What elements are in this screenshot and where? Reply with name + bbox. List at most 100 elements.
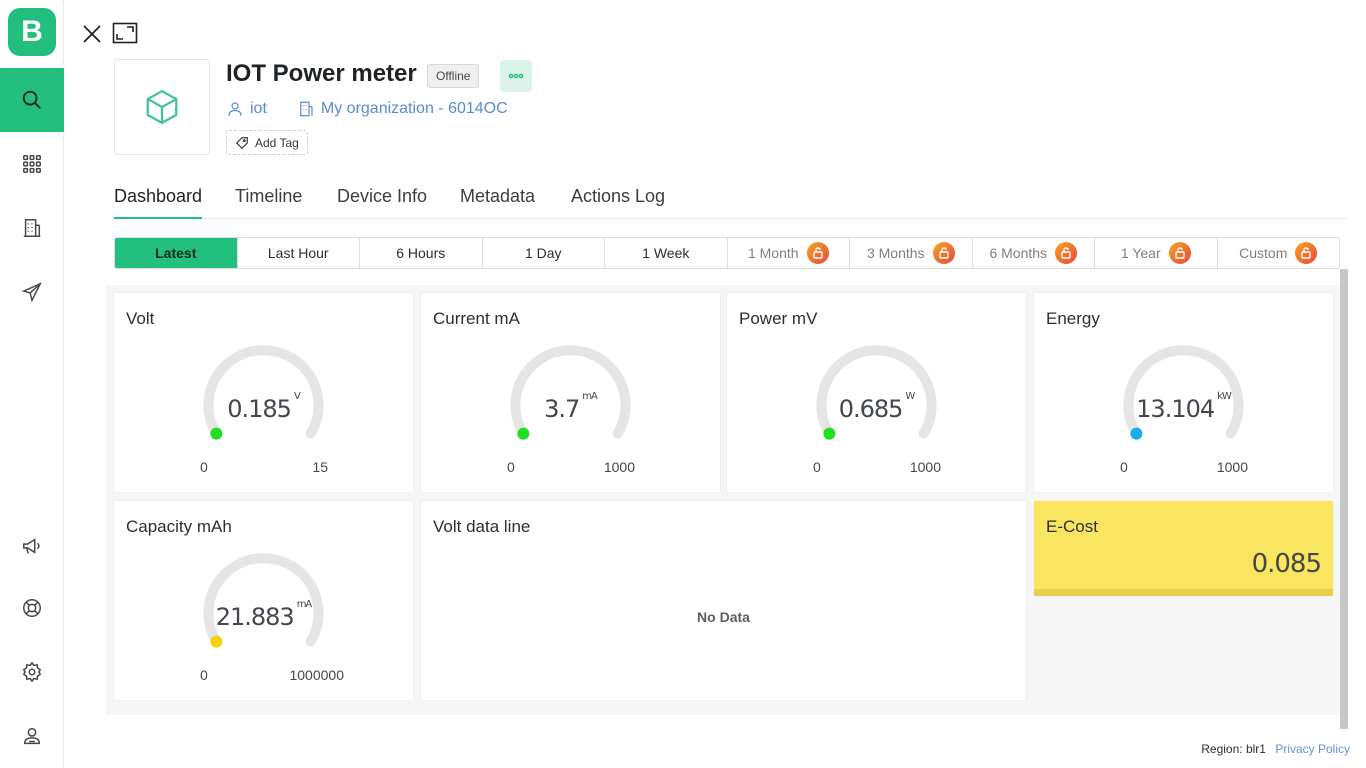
- value-text: 0.685: [838, 395, 904, 423]
- gauge-indicator: [517, 427, 530, 440]
- sidebar-item-apps[interactable]: [0, 132, 64, 196]
- gauge-max: 1000: [909, 459, 941, 475]
- widget-title: Current mA: [433, 309, 520, 328]
- scrollbar[interactable]: [1340, 269, 1348, 729]
- gauge-min: 0: [1120, 459, 1128, 475]
- range-label: 1 Day: [524, 245, 562, 261]
- privacy-policy-link[interactable]: Privacy Policy: [1275, 742, 1350, 756]
- organization-building-icon: [23, 219, 41, 237]
- cube-icon: [146, 89, 178, 125]
- gauge-max: 15: [312, 459, 328, 475]
- sidebar-item-announcements[interactable]: [0, 514, 64, 578]
- value-text: 21.883: [215, 603, 295, 631]
- ellipsis-icon: [508, 73, 524, 79]
- gauge-value: 13.104 kW: [1034, 391, 1333, 423]
- tag-icon: [235, 136, 248, 149]
- add-tag-button[interactable]: Add Tag: [226, 130, 308, 155]
- device-title: IOT Power meter: [226, 60, 417, 87]
- organization-link[interactable]: My organization - 6014OC: [321, 100, 508, 118]
- sidebar-item-send[interactable]: [0, 260, 64, 324]
- widget-power: Power mV 0.685 W 0 1000: [727, 293, 1026, 492]
- widget-volt-data-line: Volt data line No Data: [421, 501, 1026, 700]
- lock-icon: [932, 242, 955, 264]
- range-label: Custom: [1239, 245, 1288, 261]
- range-6-months[interactable]: 6 Months: [973, 238, 1095, 268]
- sidebar-item-search[interactable]: [0, 68, 64, 132]
- widget-title: Energy: [1046, 309, 1100, 328]
- unit-text: mA: [296, 599, 313, 610]
- range-label: 1 Week: [642, 245, 690, 261]
- lock-icon: [806, 242, 829, 264]
- building-icon: [300, 101, 313, 117]
- help-lifebuoy-icon: [23, 599, 41, 617]
- apps-grid-icon: [23, 155, 41, 173]
- range-custom[interactable]: Custom: [1218, 238, 1340, 268]
- lock-icon: [1295, 242, 1318, 264]
- sidebar-item-organization[interactable]: [0, 196, 64, 260]
- gauge-value: 0.185 V: [114, 391, 413, 423]
- logo-letter: B: [21, 15, 43, 48]
- unit-text: mA: [582, 391, 598, 402]
- gauge-indicator: [1130, 427, 1143, 440]
- owner-link[interactable]: iot: [250, 100, 267, 118]
- region-text: Region: blr1: [1201, 742, 1266, 756]
- footer: Region: blr1 Privacy Policy: [1201, 742, 1350, 756]
- sidebar-item-help[interactable]: [0, 576, 64, 640]
- blynk-logo[interactable]: B: [8, 8, 56, 56]
- owner-row: iot My organization - 6014OC: [226, 100, 508, 118]
- range-1-year[interactable]: 1 Year: [1095, 238, 1218, 268]
- widget-title: E-Cost: [1046, 517, 1098, 536]
- sidebar-item-settings[interactable]: [0, 640, 64, 704]
- widget-title: Volt: [126, 309, 155, 328]
- expand-icon[interactable]: [112, 22, 138, 44]
- gauge-min: 0: [200, 459, 208, 475]
- gauge-max: 1000000: [289, 667, 344, 683]
- unit-text: kW: [1217, 391, 1232, 402]
- widget-volt: Volt 0.185 V 0 15: [114, 293, 413, 492]
- gauge-indicator: [210, 635, 223, 648]
- range-3-months[interactable]: 3 Months: [850, 238, 973, 268]
- value-text: 0.185: [227, 395, 292, 423]
- range-label: 1 Year: [1120, 245, 1161, 261]
- range-label: Latest: [155, 245, 197, 261]
- range-label: 6 Months: [989, 245, 1048, 261]
- range-latest[interactable]: Latest: [115, 238, 238, 268]
- search-icon: [22, 90, 41, 109]
- gauge-value: 0.685 W: [727, 391, 1026, 423]
- unit-text: W: [905, 391, 915, 402]
- lock-icon: [1055, 242, 1078, 264]
- tab-device-info[interactable]: Device Info: [337, 186, 427, 219]
- gauge-value: 3.7 mA: [421, 391, 720, 423]
- time-range-selector: Latest Last Hour 6 Hours 1 Day 1 Week 1 …: [114, 237, 1340, 269]
- tab-actions-log[interactable]: Actions Log: [571, 186, 665, 219]
- gauge-value: 21.883 mA: [114, 599, 413, 631]
- widget-current: Current mA 3.7 mA 0 1000: [421, 293, 720, 492]
- range-label: 3 Months: [866, 245, 925, 261]
- gauge-min: 0: [813, 459, 821, 475]
- add-tag-label: Add Tag: [255, 135, 299, 150]
- range-label: Last Hour: [267, 245, 329, 261]
- more-options-button[interactable]: [500, 60, 532, 92]
- range-1-day[interactable]: 1 Day: [483, 238, 605, 268]
- range-1-month[interactable]: 1 Month: [728, 238, 850, 268]
- widget-e-cost: E-Cost 0.085: [1034, 501, 1333, 596]
- gauge-min: 0: [200, 667, 208, 683]
- tab-metadata[interactable]: Metadata: [460, 186, 535, 219]
- range-label: 1 Month: [747, 245, 799, 261]
- no-data-message: No Data: [697, 609, 750, 625]
- widget-title: Capacity mAh: [126, 517, 232, 536]
- range-6-hours[interactable]: 6 Hours: [360, 238, 483, 268]
- sidebar-item-profile[interactable]: [0, 704, 64, 768]
- user-icon: [228, 102, 242, 116]
- tab-timeline[interactable]: Timeline: [235, 186, 302, 219]
- widget-title: Volt data line: [433, 517, 531, 536]
- status-badge: Offline: [427, 64, 480, 88]
- range-last-hour[interactable]: Last Hour: [238, 238, 360, 268]
- tab-dashboard[interactable]: Dashboard: [114, 186, 203, 219]
- range-1-week[interactable]: 1 Week: [605, 238, 728, 268]
- e-cost-value: 0.085: [1251, 549, 1322, 579]
- user-profile-icon: [23, 727, 41, 745]
- send-icon: [21, 282, 42, 303]
- range-label: 6 Hours: [396, 245, 446, 261]
- close-icon[interactable]: [80, 22, 104, 46]
